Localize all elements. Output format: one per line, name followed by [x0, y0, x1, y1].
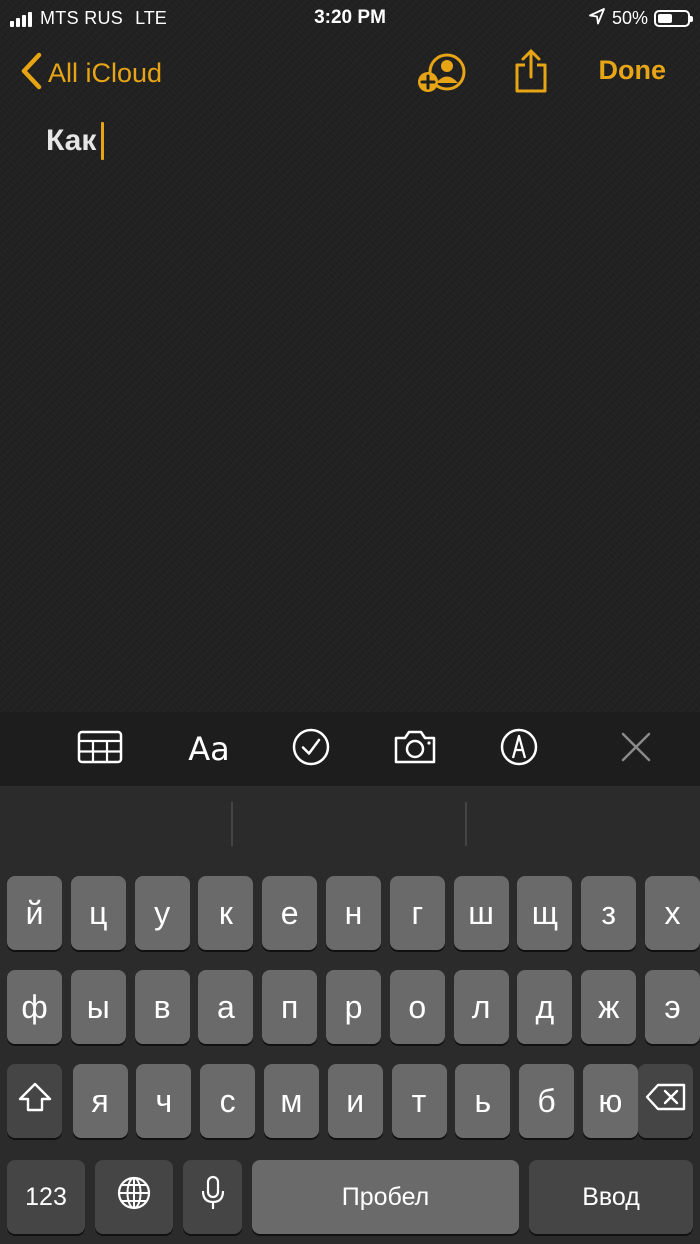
letter-key[interactable]: р	[326, 970, 381, 1044]
checklist-button[interactable]	[290, 728, 332, 770]
battery-icon	[654, 10, 693, 27]
backspace-icon	[645, 1082, 687, 1120]
globe-key[interactable]	[95, 1160, 173, 1234]
shift-icon	[17, 1081, 53, 1121]
camera-icon	[392, 729, 438, 770]
return-key[interactable]: Ввод	[529, 1160, 693, 1234]
letter-key[interactable]: с	[200, 1064, 256, 1138]
letter-key[interactable]: л	[453, 970, 509, 1044]
letter-key[interactable]: о	[389, 970, 445, 1044]
letter-key[interactable]: п	[262, 970, 318, 1044]
done-button[interactable]: Done	[599, 55, 667, 86]
letter-key[interactable]: х	[645, 876, 700, 950]
letter-key[interactable]: г	[389, 876, 445, 950]
share-button[interactable]	[512, 48, 550, 99]
back-button[interactable]: All iCloud	[20, 52, 162, 95]
backspace-key[interactable]	[638, 1064, 693, 1138]
navigation-bar: All iCloud Done	[0, 44, 700, 100]
markup-button[interactable]	[498, 728, 540, 770]
letter-key[interactable]: й	[7, 876, 62, 950]
add-person-button[interactable]	[416, 50, 468, 101]
letter-key[interactable]: е	[262, 876, 318, 950]
numbers-key[interactable]: 123	[7, 1160, 85, 1234]
letter-key[interactable]: ч	[136, 1064, 192, 1138]
letter-key[interactable]: ш	[453, 876, 509, 950]
letter-key[interactable]: э	[645, 970, 700, 1044]
letter-key[interactable]: д	[517, 970, 573, 1044]
letter-key[interactable]: ю	[582, 1064, 638, 1138]
microphone-icon	[200, 1175, 226, 1219]
share-icon	[512, 49, 550, 98]
suggestion-divider	[465, 802, 467, 846]
note-editor[interactable]: Как	[46, 122, 105, 160]
letter-key[interactable]: и	[327, 1064, 383, 1138]
letter-key[interactable]: т	[391, 1064, 447, 1138]
letter-key[interactable]: у	[134, 876, 190, 950]
text-cursor	[101, 122, 105, 160]
letter-key[interactable]: ф	[7, 970, 62, 1044]
letter-key[interactable]: ж	[581, 970, 637, 1044]
shift-key[interactable]	[7, 1064, 62, 1138]
letter-key[interactable]: а	[198, 970, 254, 1044]
letter-key[interactable]: к	[198, 876, 254, 950]
letter-key[interactable]: щ	[517, 876, 573, 950]
location-icon	[588, 7, 606, 30]
close-icon	[620, 731, 652, 768]
format-button[interactable]: Aa	[184, 728, 234, 770]
dictation-key[interactable]	[183, 1160, 242, 1234]
letter-key[interactable]: ы	[70, 970, 126, 1044]
checklist-icon	[291, 727, 331, 772]
letter-key[interactable]: ь	[455, 1064, 511, 1138]
formatting-toolbar: Aa	[0, 712, 700, 786]
letter-key[interactable]: б	[519, 1064, 575, 1138]
markup-icon	[499, 727, 539, 772]
space-key[interactable]: Пробел	[252, 1160, 519, 1234]
letter-key[interactable]: з	[581, 876, 637, 950]
table-icon	[77, 730, 123, 769]
chevron-left-icon	[20, 52, 42, 95]
suggestion-bar	[0, 786, 700, 862]
format-icon: Aa	[188, 730, 230, 768]
letter-key[interactable]: я	[72, 1064, 128, 1138]
suggestion-divider	[231, 802, 233, 846]
note-text: Как	[46, 124, 97, 157]
battery-percent: 50%	[611, 8, 648, 28]
battery-fill	[658, 14, 672, 23]
letter-key[interactable]: н	[326, 876, 381, 950]
note-background	[0, 0, 700, 712]
table-button[interactable]	[76, 728, 124, 770]
back-label: All iCloud	[48, 58, 163, 88]
keyboard: йцукенгшщзх фывапролджэ ячсмитьбю 123 Проб…	[0, 786, 700, 1244]
status-bar: MTS RUS LTE 3:20 PM 50%	[0, 0, 700, 36]
letter-key[interactable]: м	[263, 1064, 319, 1138]
letter-key[interactable]: ц	[70, 876, 126, 950]
globe-icon	[116, 1175, 152, 1219]
close-toolbar-button[interactable]	[618, 728, 654, 770]
letter-key[interactable]: в	[134, 970, 190, 1044]
camera-button[interactable]	[392, 728, 438, 770]
add-person-icon	[416, 53, 468, 100]
